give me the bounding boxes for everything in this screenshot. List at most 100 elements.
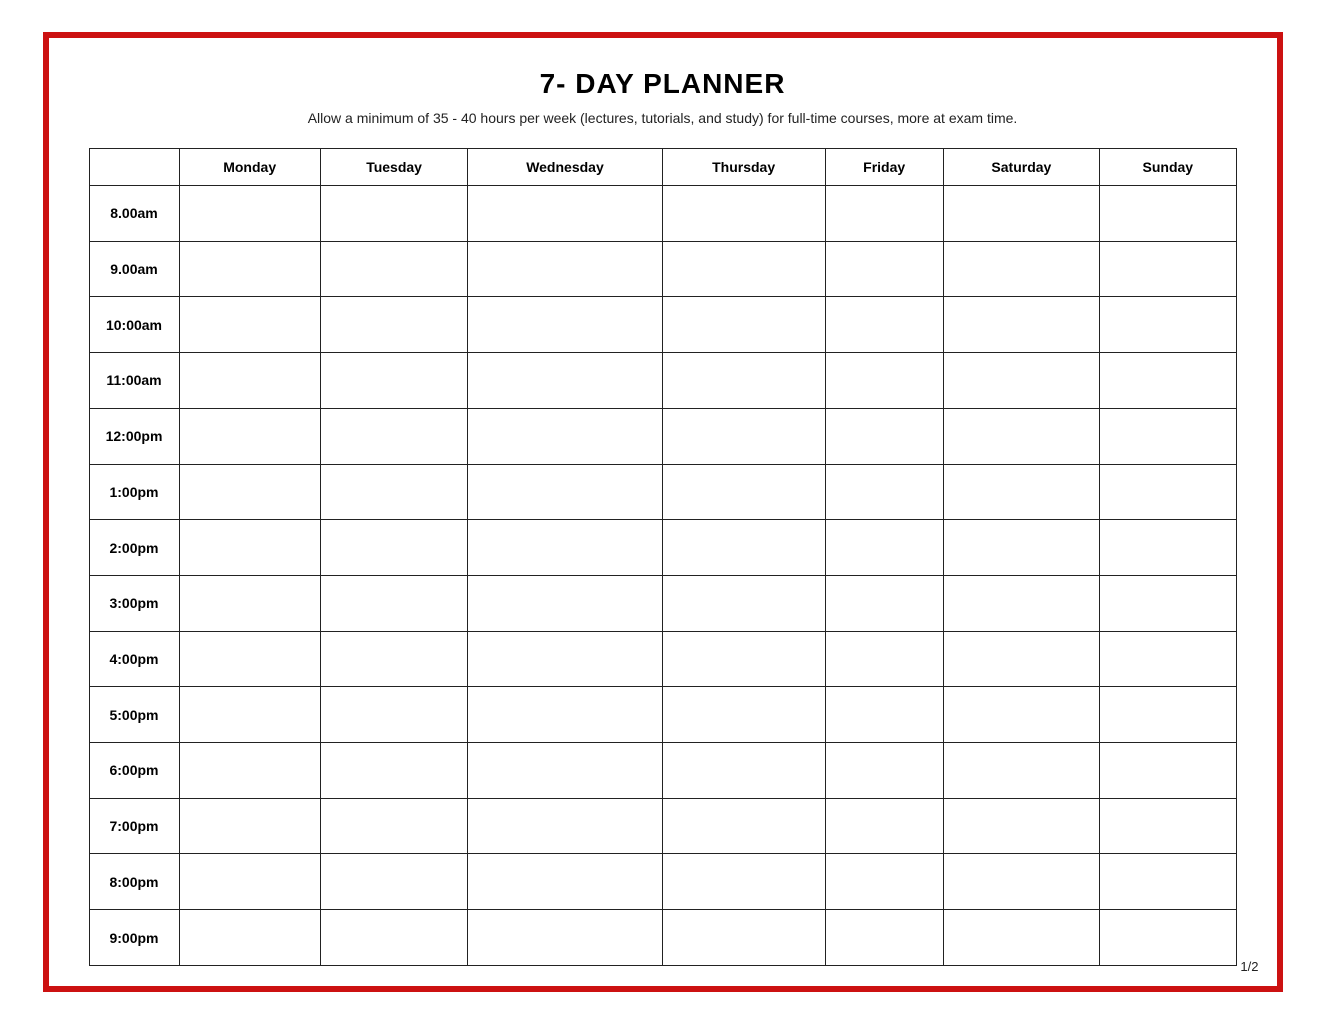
day-cell[interactable] bbox=[468, 910, 662, 966]
day-cell[interactable] bbox=[825, 575, 943, 631]
day-cell[interactable] bbox=[662, 353, 825, 409]
day-cell[interactable] bbox=[662, 520, 825, 576]
day-cell[interactable] bbox=[179, 687, 320, 743]
day-cell[interactable] bbox=[662, 575, 825, 631]
day-cell[interactable] bbox=[943, 408, 1099, 464]
day-cell[interactable] bbox=[320, 687, 468, 743]
day-cell[interactable] bbox=[320, 297, 468, 353]
day-cell[interactable] bbox=[825, 297, 943, 353]
day-cell[interactable] bbox=[179, 186, 320, 242]
day-cell[interactable] bbox=[1100, 743, 1236, 799]
day-cell[interactable] bbox=[468, 408, 662, 464]
day-cell[interactable] bbox=[943, 575, 1099, 631]
day-cell[interactable] bbox=[320, 798, 468, 854]
day-cell[interactable] bbox=[825, 743, 943, 799]
day-cell[interactable] bbox=[825, 186, 943, 242]
day-cell[interactable] bbox=[1100, 520, 1236, 576]
day-cell[interactable] bbox=[662, 464, 825, 520]
day-cell[interactable] bbox=[179, 464, 320, 520]
day-cell[interactable] bbox=[825, 520, 943, 576]
day-cell[interactable] bbox=[943, 854, 1099, 910]
day-cell[interactable] bbox=[662, 297, 825, 353]
day-cell[interactable] bbox=[825, 798, 943, 854]
day-cell[interactable] bbox=[943, 798, 1099, 854]
day-cell[interactable] bbox=[662, 186, 825, 242]
day-cell[interactable] bbox=[943, 743, 1099, 799]
day-cell[interactable] bbox=[179, 743, 320, 799]
day-cell[interactable] bbox=[662, 743, 825, 799]
day-cell[interactable] bbox=[943, 353, 1099, 409]
day-cell[interactable] bbox=[943, 186, 1099, 242]
day-cell[interactable] bbox=[662, 910, 825, 966]
day-cell[interactable] bbox=[1100, 575, 1236, 631]
day-cell[interactable] bbox=[825, 464, 943, 520]
day-cell[interactable] bbox=[943, 297, 1099, 353]
day-cell[interactable] bbox=[825, 910, 943, 966]
day-cell[interactable] bbox=[468, 297, 662, 353]
day-cell[interactable] bbox=[1100, 408, 1236, 464]
day-cell[interactable] bbox=[825, 408, 943, 464]
day-cell[interactable] bbox=[320, 520, 468, 576]
day-cell[interactable] bbox=[320, 631, 468, 687]
day-cell[interactable] bbox=[1100, 798, 1236, 854]
day-cell[interactable] bbox=[1100, 631, 1236, 687]
day-cell[interactable] bbox=[468, 743, 662, 799]
day-cell[interactable] bbox=[468, 520, 662, 576]
day-cell[interactable] bbox=[179, 408, 320, 464]
day-cell[interactable] bbox=[468, 687, 662, 743]
day-cell[interactable] bbox=[468, 575, 662, 631]
day-cell[interactable] bbox=[825, 241, 943, 297]
day-cell[interactable] bbox=[825, 353, 943, 409]
day-cell[interactable] bbox=[825, 854, 943, 910]
day-cell[interactable] bbox=[662, 854, 825, 910]
day-cell[interactable] bbox=[320, 743, 468, 799]
day-cell[interactable] bbox=[179, 910, 320, 966]
day-cell[interactable] bbox=[468, 798, 662, 854]
day-cell[interactable] bbox=[320, 910, 468, 966]
day-cell[interactable] bbox=[662, 631, 825, 687]
day-cell[interactable] bbox=[943, 464, 1099, 520]
planner-table: Monday Tuesday Wednesday Thursday Friday… bbox=[89, 148, 1237, 966]
table-row: 6:00pm bbox=[89, 743, 1236, 799]
day-cell[interactable] bbox=[320, 186, 468, 242]
day-cell[interactable] bbox=[179, 353, 320, 409]
day-cell[interactable] bbox=[320, 464, 468, 520]
day-cell[interactable] bbox=[943, 520, 1099, 576]
day-cell[interactable] bbox=[1100, 353, 1236, 409]
day-cell[interactable] bbox=[662, 241, 825, 297]
day-cell[interactable] bbox=[320, 854, 468, 910]
day-cell[interactable] bbox=[320, 408, 468, 464]
day-cell[interactable] bbox=[1100, 687, 1236, 743]
day-cell[interactable] bbox=[1100, 241, 1236, 297]
day-cell[interactable] bbox=[662, 687, 825, 743]
day-cell[interactable] bbox=[1100, 186, 1236, 242]
day-cell[interactable] bbox=[1100, 854, 1236, 910]
day-cell[interactable] bbox=[179, 241, 320, 297]
day-cell[interactable] bbox=[1100, 464, 1236, 520]
day-cell[interactable] bbox=[179, 575, 320, 631]
day-cell[interactable] bbox=[179, 297, 320, 353]
day-cell[interactable] bbox=[943, 241, 1099, 297]
day-cell[interactable] bbox=[468, 464, 662, 520]
day-cell[interactable] bbox=[320, 353, 468, 409]
day-cell[interactable] bbox=[179, 854, 320, 910]
day-cell[interactable] bbox=[943, 910, 1099, 966]
day-cell[interactable] bbox=[1100, 910, 1236, 966]
day-cell[interactable] bbox=[943, 687, 1099, 743]
day-cell[interactable] bbox=[825, 687, 943, 743]
day-cell[interactable] bbox=[468, 854, 662, 910]
day-cell[interactable] bbox=[179, 631, 320, 687]
day-cell[interactable] bbox=[943, 631, 1099, 687]
day-cell[interactable] bbox=[662, 798, 825, 854]
day-cell[interactable] bbox=[179, 798, 320, 854]
day-cell[interactable] bbox=[468, 631, 662, 687]
day-cell[interactable] bbox=[1100, 297, 1236, 353]
day-cell[interactable] bbox=[662, 408, 825, 464]
day-cell[interactable] bbox=[468, 186, 662, 242]
day-cell[interactable] bbox=[468, 241, 662, 297]
day-cell[interactable] bbox=[825, 631, 943, 687]
day-cell[interactable] bbox=[179, 520, 320, 576]
day-cell[interactable] bbox=[320, 575, 468, 631]
day-cell[interactable] bbox=[468, 353, 662, 409]
day-cell[interactable] bbox=[320, 241, 468, 297]
